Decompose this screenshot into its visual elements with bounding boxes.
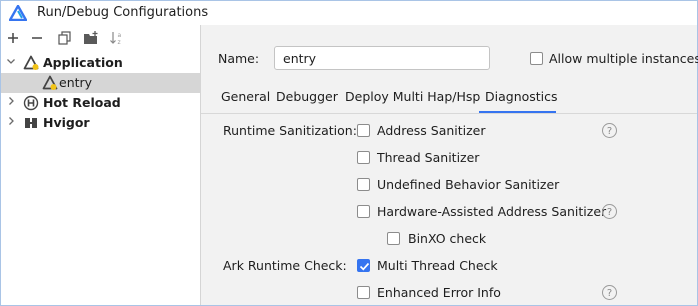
hvigor-icon	[25, 118, 37, 128]
help-icon[interactable]: ?	[602, 123, 617, 138]
plus-icon	[8, 33, 18, 43]
chevron-right-icon[interactable]	[5, 116, 17, 130]
tab-diagnostics[interactable]: Diagnostics	[485, 89, 558, 104]
add-configuration-button[interactable]	[4, 29, 22, 47]
name-label: Name:	[218, 51, 260, 66]
tree-item-hot-reload[interactable]: Hot Reload	[1, 93, 200, 113]
chevron-right-icon[interactable]	[5, 96, 17, 110]
folder-plus-icon	[84, 31, 98, 44]
enhanced-error-info-label[interactable]: Enhanced Error Info	[377, 285, 501, 300]
run-debug-configurations-dialog: Run/Debug Configurations a z Application…	[0, 0, 698, 306]
checkmark-icon	[359, 262, 370, 271]
svg-text:z: z	[118, 39, 121, 45]
minus-icon	[32, 37, 42, 39]
hardware-assisted-address-sanitizer-label[interactable]: Hardware-Assisted Address Sanitizer	[377, 204, 606, 219]
title-bar: Run/Debug Configurations	[1, 1, 697, 25]
sort-configurations-button[interactable]: a z	[108, 29, 126, 47]
thread-sanitizer-checkbox[interactable]	[357, 151, 370, 164]
copy-configuration-button[interactable]	[56, 29, 74, 47]
undefined-behavior-sanitizer-label[interactable]: Undefined Behavior Sanitizer	[377, 177, 559, 192]
configuration-tabs: General Debugger Deploy Multi Hap/Hsp Di…	[201, 83, 697, 113]
tree-item-label: Hvigor	[43, 115, 90, 130]
chevron-down-icon[interactable]	[5, 56, 17, 70]
module-icon	[42, 75, 58, 90]
app-logo-icon	[9, 5, 27, 21]
tree-item-hvigor[interactable]: Hvigor	[1, 113, 200, 133]
configurations-tree-panel: a z Application entry Hot Reload Hvigor	[1, 25, 201, 305]
tab-general[interactable]: General	[221, 89, 270, 104]
thread-sanitizer-label[interactable]: Thread Sanitizer	[377, 150, 479, 165]
binxo-check-label[interactable]: BinXO check	[408, 231, 486, 246]
copy-icon	[58, 31, 71, 45]
enhanced-error-info-checkbox[interactable]	[357, 286, 370, 299]
address-sanitizer-checkbox[interactable]	[357, 124, 370, 137]
multi-thread-check-checkbox[interactable]	[357, 259, 370, 272]
remove-configuration-button[interactable]	[28, 29, 46, 47]
window-title: Run/Debug Configurations	[37, 5, 209, 20]
name-input[interactable]	[274, 46, 490, 70]
application-icon	[23, 55, 39, 70]
tab-deploy-multi-hap-hsp[interactable]: Deploy Multi Hap/Hsp	[345, 89, 480, 104]
sort-az-icon: a z	[110, 32, 122, 45]
tree-toolbar: a z	[1, 25, 200, 51]
svg-text:a: a	[118, 32, 122, 39]
ark-runtime-check-label: Ark Runtime Check:	[223, 258, 347, 273]
tree-item-label: Hot Reload	[43, 95, 121, 110]
tree-item-label: Application	[43, 55, 123, 70]
help-icon[interactable]: ?	[602, 204, 617, 219]
undefined-behavior-sanitizer-checkbox[interactable]	[357, 178, 370, 191]
allow-multiple-instances-label[interactable]: Allow multiple instances	[549, 51, 698, 66]
allow-multiple-instances-checkbox[interactable]	[530, 52, 543, 65]
tree-item-label: entry	[59, 75, 93, 90]
tree-item-application[interactable]: Application	[1, 53, 200, 73]
binxo-check-checkbox[interactable]	[387, 232, 400, 245]
tree-item-entry[interactable]: entry	[1, 73, 200, 93]
new-folder-button[interactable]	[82, 29, 100, 47]
address-sanitizer-label[interactable]: Address Sanitizer	[377, 123, 486, 138]
multi-thread-check-label[interactable]: Multi Thread Check	[377, 258, 498, 273]
runtime-sanitization-label: Runtime Sanitization:	[223, 123, 357, 138]
configuration-detail-panel: Name: Allow multiple instances General D…	[201, 25, 698, 305]
tab-debugger[interactable]: Debugger	[276, 89, 338, 104]
help-icon[interactable]: ?	[602, 285, 617, 300]
hot-reload-icon	[23, 95, 39, 111]
tab-divider	[201, 113, 697, 114]
hardware-assisted-address-sanitizer-checkbox[interactable]	[357, 205, 370, 218]
